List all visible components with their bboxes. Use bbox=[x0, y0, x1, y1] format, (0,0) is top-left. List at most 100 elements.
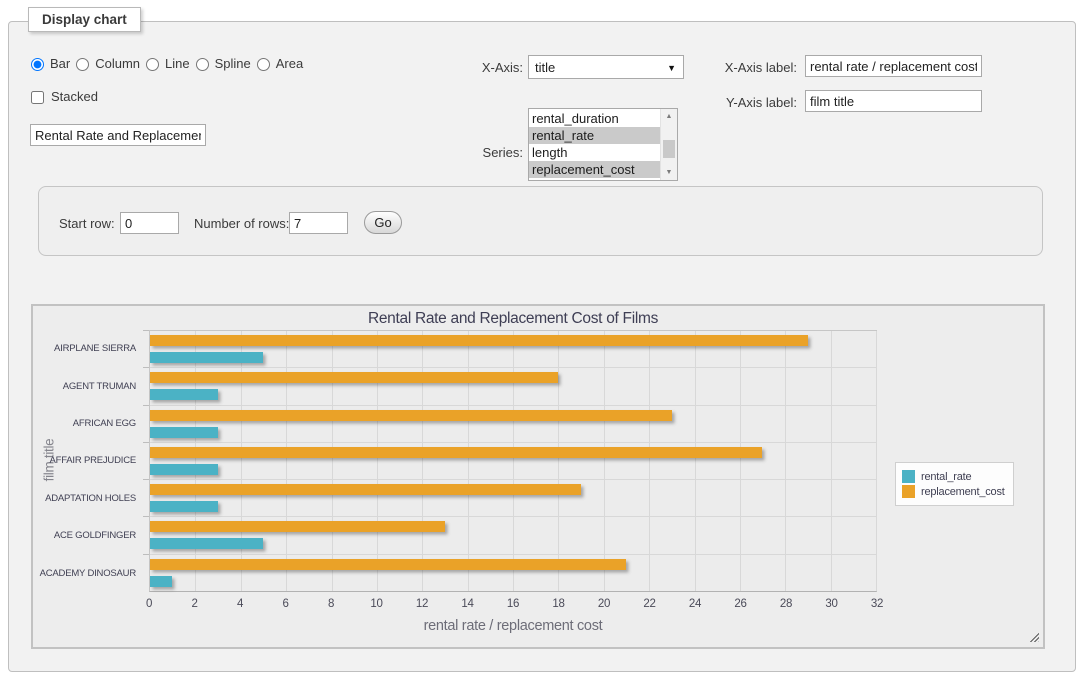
bar-rental_rate bbox=[150, 352, 263, 363]
chart-type-option-spline: Spline bbox=[196, 54, 251, 74]
go-button[interactable]: Go bbox=[364, 211, 402, 234]
series-caption: Series: bbox=[429, 143, 523, 163]
number-of-rows-label: Number of rows: bbox=[194, 214, 289, 234]
x-tick-label: 8 bbox=[328, 598, 334, 610]
bar-replacement_cost bbox=[150, 410, 672, 421]
bar-replacement_cost bbox=[150, 521, 445, 532]
bar-replacement_cost bbox=[150, 447, 762, 458]
category-band bbox=[150, 555, 876, 591]
category-band bbox=[150, 443, 876, 480]
x-axis-title: rental rate / replacement cost bbox=[149, 618, 877, 634]
x-tick-label: 2 bbox=[191, 598, 197, 610]
series-option-rental_duration[interactable]: rental_duration bbox=[529, 110, 660, 127]
scroll-up-icon[interactable]: ▲ bbox=[661, 109, 677, 124]
x-tick-label: 6 bbox=[282, 598, 288, 610]
category-band bbox=[150, 517, 876, 554]
y-axis-label-caption: Y-Axis label: bbox=[685, 93, 797, 113]
radio-label-area: Area bbox=[276, 54, 303, 74]
bar-rental_rate bbox=[150, 576, 172, 587]
stacked-row: Stacked bbox=[31, 88, 98, 106]
bar-rental_rate bbox=[150, 427, 218, 438]
radio-line[interactable] bbox=[146, 58, 159, 71]
gridline bbox=[876, 331, 877, 591]
x-tick-label: 16 bbox=[507, 598, 519, 610]
series-listbox[interactable]: rental_durationrental_ratelengthreplacem… bbox=[528, 108, 678, 181]
bar-rental_rate bbox=[150, 538, 263, 549]
legend-entry: replacement_cost bbox=[902, 485, 1005, 498]
chart-type-option-area: Area bbox=[257, 54, 303, 74]
bar-rental_rate bbox=[150, 501, 218, 512]
legend-swatch-icon bbox=[902, 485, 915, 498]
category-label: ACE GOLDFINGER bbox=[33, 517, 143, 554]
bar-rental_rate bbox=[150, 389, 218, 400]
category-label: ADAPTATION HOLES bbox=[33, 480, 143, 517]
bar-replacement_cost bbox=[150, 372, 558, 383]
category-label: AFFAIR PREJUDICE bbox=[33, 442, 143, 479]
legend-label: replacement_cost bbox=[921, 486, 1005, 498]
chevron-down-icon: ▼ bbox=[667, 63, 676, 73]
legend-label: rental_rate bbox=[921, 471, 971, 483]
chart-type-option-bar: Bar bbox=[31, 54, 70, 74]
x-tick-label: 28 bbox=[780, 598, 792, 610]
stacked-label: Stacked bbox=[51, 87, 98, 107]
series-scrollbar[interactable]: ▲ ▼ bbox=[660, 109, 677, 180]
scroll-down-icon[interactable]: ▼ bbox=[661, 165, 677, 180]
number-of-rows-input[interactable] bbox=[289, 212, 348, 234]
radio-area[interactable] bbox=[257, 58, 270, 71]
y-axis-label-input[interactable] bbox=[805, 90, 982, 112]
radio-bar[interactable] bbox=[31, 58, 44, 71]
category-label: AIRPLANE SIERRA bbox=[33, 330, 143, 367]
category-band bbox=[150, 331, 876, 368]
series-options: rental_durationrental_ratelengthreplacem… bbox=[529, 110, 660, 178]
x-axis-caption: X-Axis: bbox=[409, 58, 523, 78]
start-row-label: Start row: bbox=[59, 214, 115, 234]
x-axis-select-value: title bbox=[535, 60, 555, 75]
plot-area bbox=[149, 330, 877, 592]
chart-title: Rental Rate and Replacement Cost of Film… bbox=[149, 310, 877, 328]
radio-label-line: Line bbox=[165, 54, 190, 74]
start-row-input[interactable] bbox=[120, 212, 179, 234]
x-tick-label: 26 bbox=[734, 598, 746, 610]
series-option-rental_rate[interactable]: rental_rate bbox=[529, 127, 660, 144]
category-label: ACADEMY DINOSAUR bbox=[33, 555, 143, 592]
x-tick-label: 30 bbox=[825, 598, 837, 610]
fieldset-legend: Display chart bbox=[28, 7, 141, 32]
legend-swatch-icon bbox=[902, 470, 915, 483]
x-tick-label: 24 bbox=[689, 598, 701, 610]
x-tick-label: 4 bbox=[237, 598, 243, 610]
x-tick-label: 20 bbox=[598, 598, 610, 610]
chart-type-option-column: Column bbox=[76, 54, 140, 74]
category-band bbox=[150, 406, 876, 443]
x-axis-select[interactable]: title ▼ bbox=[528, 55, 684, 79]
stacked-checkbox[interactable] bbox=[31, 91, 44, 104]
radio-label-spline: Spline bbox=[215, 54, 251, 74]
bar-replacement_cost bbox=[150, 484, 581, 495]
category-band bbox=[150, 368, 876, 405]
x-tick-label: 0 bbox=[146, 598, 152, 610]
bar-rental_rate bbox=[150, 464, 218, 475]
radio-label-bar: Bar bbox=[50, 54, 70, 74]
x-tick-label: 22 bbox=[643, 598, 655, 610]
series-option-length[interactable]: length bbox=[529, 144, 660, 161]
series-option-replacement_cost[interactable]: replacement_cost bbox=[529, 161, 660, 178]
x-axis-label-caption: X-Axis label: bbox=[685, 58, 797, 78]
bar-replacement_cost bbox=[150, 335, 808, 346]
legend-entry: rental_rate bbox=[902, 470, 1005, 483]
chart-title-input[interactable] bbox=[30, 124, 206, 146]
category-labels: AIRPLANE SIERRAAGENT TRUMANAFRICAN EGGAF… bbox=[33, 330, 143, 592]
chart-type-group: Bar Column Line Spline Area bbox=[31, 55, 303, 73]
bar-replacement_cost bbox=[150, 559, 626, 570]
x-axis-label-input[interactable] bbox=[805, 55, 982, 77]
category-label: AFRICAN EGG bbox=[33, 405, 143, 442]
x-tick-label: 12 bbox=[416, 598, 428, 610]
scrollbar-thumb[interactable] bbox=[663, 140, 675, 158]
chart-legend: rental_rate replacement_cost bbox=[895, 462, 1014, 506]
radio-label-column: Column bbox=[95, 54, 140, 74]
radio-column[interactable] bbox=[76, 58, 89, 71]
chart-type-option-line: Line bbox=[146, 54, 190, 74]
display-chart-panel: BarColumnLineSplineArea Stacked X-Axis: … bbox=[8, 21, 1076, 672]
x-tick-label: 18 bbox=[552, 598, 564, 610]
x-tick-label: 14 bbox=[461, 598, 473, 610]
resize-handle-icon[interactable] bbox=[1028, 631, 1039, 642]
radio-spline[interactable] bbox=[196, 58, 209, 71]
